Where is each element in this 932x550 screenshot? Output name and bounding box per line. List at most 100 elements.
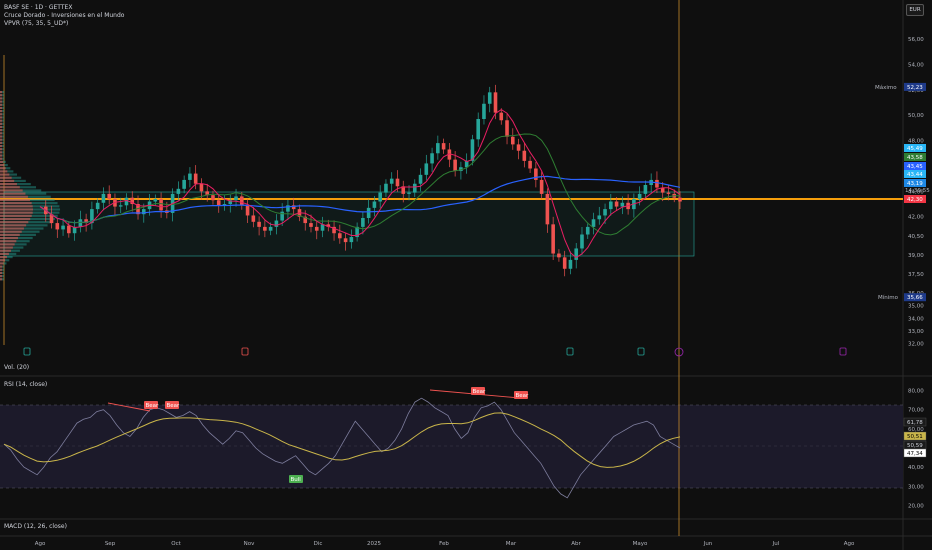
volume-profile-bar xyxy=(0,110,3,113)
dividend-event-marker xyxy=(566,347,574,356)
rsi-tick-label: 70,00 xyxy=(908,408,924,414)
candle-body xyxy=(499,112,504,121)
candle-body xyxy=(384,183,388,193)
rsi-signal-label: Bull xyxy=(291,477,302,483)
candle-body xyxy=(580,234,584,249)
rsi-signal-label: Bear xyxy=(473,389,487,395)
candle-body xyxy=(585,226,590,235)
time-axis[interactable]: Ago Sep Oct Nov Dic 2025 Feb Mar Abr Mayo Jun Jul Ag… xyxy=(35,541,855,547)
volume-profile-bar xyxy=(0,252,9,256)
price-tag-value: 43,19 xyxy=(907,181,923,187)
volume-profile-bar xyxy=(0,135,3,138)
dividend-event-marker xyxy=(637,347,645,356)
candle-body xyxy=(620,202,625,207)
rsi-band-fill xyxy=(0,405,903,488)
candle-body xyxy=(389,178,394,184)
candle-body xyxy=(510,136,515,145)
candle-body xyxy=(338,233,342,239)
volume-profile-bar xyxy=(0,224,27,227)
time-axis-label: Dic xyxy=(314,541,323,547)
candle-body xyxy=(516,144,521,151)
volume-profile-bar xyxy=(0,202,32,205)
candle-body xyxy=(182,179,186,189)
volume-profile-bar xyxy=(0,138,3,141)
volume-profile-bar xyxy=(0,217,31,221)
price-tag-value: 43,45 xyxy=(907,164,923,170)
candle-body xyxy=(528,160,532,169)
candle-body xyxy=(280,211,284,221)
volume-profile-bar xyxy=(0,170,8,173)
candle-body xyxy=(655,179,659,188)
candle-body xyxy=(522,150,527,161)
candle-body xyxy=(314,226,319,231)
volume-profile-bar xyxy=(0,151,3,154)
price-tick-label: 32,00 xyxy=(908,342,924,348)
time-axis-label: Mar xyxy=(506,541,517,547)
volume-profile-bar xyxy=(0,141,3,144)
time-axis-label: Jun xyxy=(703,541,713,547)
candle-body xyxy=(188,173,192,180)
candle-body xyxy=(551,224,555,254)
candle-body xyxy=(309,223,313,227)
rsi-signal-label: Bear xyxy=(516,393,530,399)
volume-profile-bar xyxy=(0,148,3,151)
rsi-signal-label: Bear xyxy=(146,403,160,409)
volume-profile-bar xyxy=(0,113,3,116)
minimo-value: 35,66 xyxy=(907,295,923,301)
volume-profile-bar xyxy=(0,278,3,281)
volume-profile-bar xyxy=(0,243,15,246)
candle-body xyxy=(666,192,671,194)
candle-body xyxy=(263,226,267,231)
volume-profile-bar xyxy=(0,205,33,208)
volume-profile-bar xyxy=(0,176,12,179)
price-chart-svg[interactable]: Bear BearBullBearBear80,0070,0060,0040,00… xyxy=(0,0,932,550)
time-axis-label: Feb xyxy=(439,541,449,547)
candle-body xyxy=(395,178,400,187)
candle-body xyxy=(418,174,423,184)
candle-body xyxy=(436,143,440,154)
volume-profile-bar xyxy=(0,129,3,132)
candle-body xyxy=(412,183,417,193)
candle-body xyxy=(343,238,348,243)
volume-profile-bar xyxy=(0,116,3,119)
volume-profile-bar xyxy=(0,186,20,189)
candle-body xyxy=(245,205,250,216)
volume-profile-bar xyxy=(0,221,29,224)
candle-body xyxy=(240,196,244,206)
rsi-tick-label: 80,00 xyxy=(908,389,924,395)
volume-profile-bar xyxy=(0,100,3,103)
time-axis-label: 2025 xyxy=(367,541,381,547)
candle-body xyxy=(107,193,111,199)
event-markers[interactable] xyxy=(23,347,847,357)
candle-body xyxy=(372,201,377,208)
volume-profile-bar xyxy=(0,255,7,259)
time-axis-label: Jul xyxy=(772,541,780,547)
candle-body xyxy=(61,225,65,230)
candle-body xyxy=(211,195,215,201)
time-axis-label: Abr xyxy=(571,541,581,547)
rsi-tag-value: 47,34 xyxy=(907,451,923,457)
volume-profile-bar xyxy=(0,275,3,278)
candle-body xyxy=(101,193,106,203)
candle-body xyxy=(568,259,573,269)
candle-body xyxy=(643,185,648,194)
price-tick-label: 42,00 xyxy=(908,215,924,221)
candle-body xyxy=(193,173,198,184)
volume-profile-bar xyxy=(0,144,3,148)
candle-body xyxy=(67,225,71,234)
volume-profile-bar xyxy=(0,157,3,160)
time-axis-label: Nov xyxy=(244,541,255,547)
candle-body xyxy=(430,153,434,164)
volume-profile-bar xyxy=(0,132,3,135)
price-tick-label: 33,00 xyxy=(908,329,924,335)
volume-profile-bar xyxy=(0,154,3,157)
candle-body xyxy=(545,193,550,225)
candle-body xyxy=(176,188,181,194)
volume-profile-value-area xyxy=(3,191,695,257)
candle-body xyxy=(597,215,602,220)
candle-body xyxy=(216,200,221,206)
candle-body xyxy=(482,103,486,119)
volume-profile-bar xyxy=(0,167,6,170)
candle-body xyxy=(441,143,446,150)
volume-profile-bar xyxy=(0,211,33,214)
